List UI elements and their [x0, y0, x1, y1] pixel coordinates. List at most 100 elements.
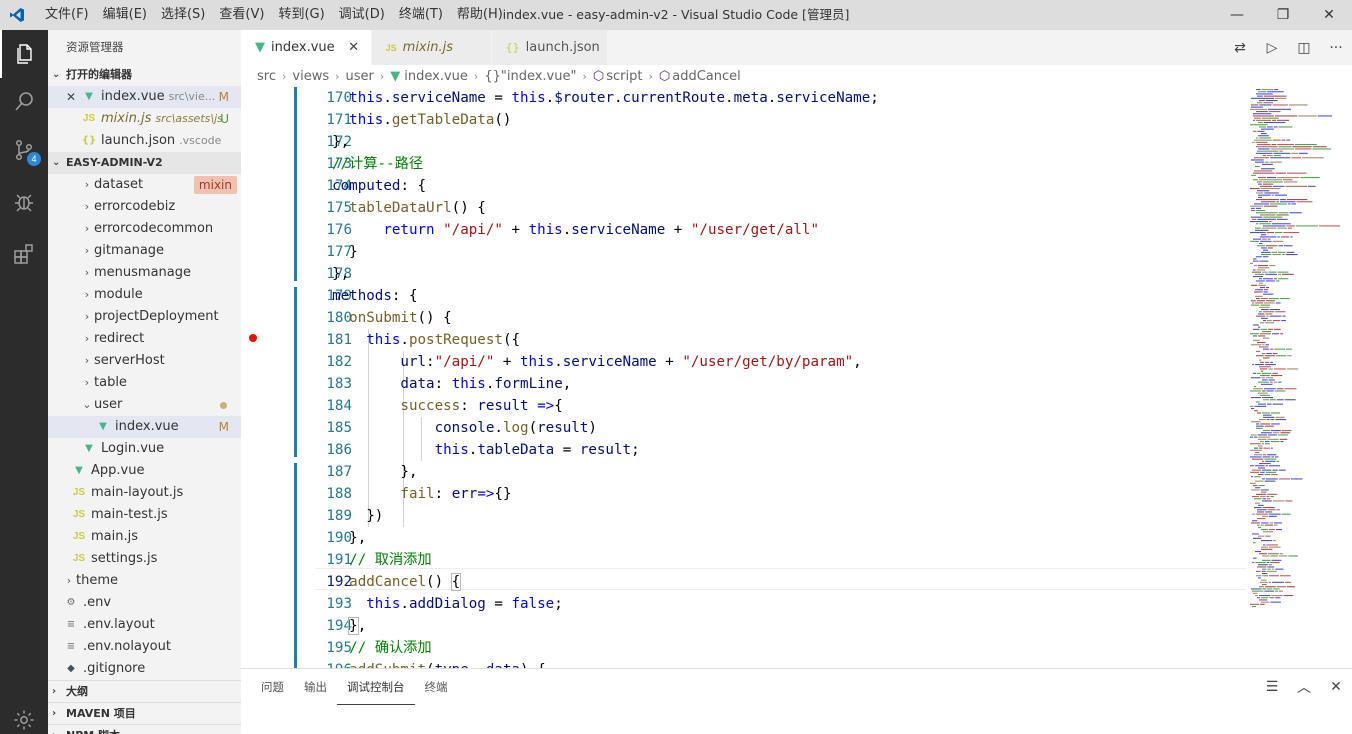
json-file-icon: {}	[81, 135, 97, 146]
tab-index-vue[interactable]: ▼ index.vue ✕	[241, 30, 372, 65]
minimize-button[interactable]: —	[1214, 0, 1260, 30]
code-editor[interactable]: 170 171 172 173 174 175 176 177 178 179 180 181 182 1…	[241, 87, 1246, 668]
tree-item[interactable]: › gitmanage	[48, 240, 241, 262]
vue-file-icon: ▼	[390, 68, 401, 84]
explorer-sidebar: 资源管理器 ⌄ 打开的编辑器 ✕ ▼ index.vue src\vie... …	[48, 30, 241, 734]
tree-item[interactable]: › theme	[48, 570, 241, 592]
search-icon[interactable]	[0, 78, 48, 126]
chevron-down-icon: ⌄	[52, 157, 61, 168]
menu-debug[interactable]: 调试(D)	[332, 0, 392, 30]
tree-item[interactable]: › errorcodecommon	[48, 218, 241, 240]
tree-item[interactable]: ◆ .gitignore	[48, 658, 241, 680]
code-line: addCancel() {	[349, 573, 462, 591]
tree-item[interactable]: JS main.js	[48, 526, 241, 548]
settings-gear-icon[interactable]	[0, 696, 48, 734]
breadcrumb-item[interactable]: index.vue	[404, 69, 468, 84]
code-line: methods: {	[332, 288, 418, 304]
maven-header[interactable]: › MAVEN 项目	[48, 702, 241, 724]
close-window-button[interactable]: ✕	[1306, 0, 1352, 30]
tree-item[interactable]: › menusmanage	[48, 262, 241, 284]
modified-dot-icon	[220, 402, 227, 409]
tree-item[interactable]: › serverHost	[48, 350, 241, 372]
project-header[interactable]: ⌄ EASY-ADMIN-V2	[48, 152, 241, 174]
menu-view[interactable]: 查看(V)	[212, 0, 271, 30]
menu-selection[interactable]: 选择(S)	[154, 0, 212, 30]
breadcrumb-item[interactable]: src	[257, 69, 276, 84]
restore-button[interactable]: ❐	[1260, 0, 1306, 30]
open-editor-item[interactable]: ✕ ▼ index.vue src\vie... M	[48, 86, 241, 108]
code-line: // 取消添加	[349, 552, 432, 568]
tab-terminal[interactable]: 终端	[415, 670, 458, 704]
breadcrumb-item[interactable]: views	[292, 69, 329, 84]
tree-item[interactable]: ▼ index.vue M	[48, 416, 241, 438]
code-line: },	[348, 617, 367, 635]
tree-item[interactable]: JS settings.js	[48, 548, 241, 570]
tab-problems[interactable]: 问题	[251, 670, 294, 704]
code-line: url:"/api/" + this.serviceName + "/user/…	[400, 354, 862, 370]
tab-mixin-js[interactable]: JS mixin.js	[371, 30, 492, 65]
split-editor-icon[interactable]: ◫	[1288, 40, 1320, 56]
tab-output[interactable]: 输出	[294, 670, 337, 704]
debug-icon[interactable]	[0, 178, 48, 226]
hover-tag: mixin	[193, 176, 237, 194]
code-line: onSubmit() {	[349, 310, 452, 326]
tree-item[interactable]: ≡ .env.layout	[48, 614, 241, 636]
breadcrumb-item[interactable]: {}"index.vue"	[484, 69, 576, 84]
tree-item-label: table	[94, 375, 127, 390]
tree-item[interactable]: JS main-layout.js	[48, 482, 241, 504]
breadcrumb-item[interactable]: user	[346, 69, 374, 84]
tree-item[interactable]: › dataset mixin	[48, 174, 241, 196]
tree-item[interactable]: › errorcodebiz	[48, 196, 241, 218]
source-control-icon[interactable]: 4	[0, 126, 48, 174]
maximize-panel-icon[interactable]: ︿	[1288, 677, 1320, 697]
clear-console-icon[interactable]: ☰	[1256, 679, 1288, 695]
extensions-icon[interactable]	[0, 230, 48, 278]
npm-scripts-label: NPM 脚本	[66, 725, 120, 734]
modified-status: M	[218, 420, 229, 434]
tree-item[interactable]: ▼ App.vue	[48, 460, 241, 482]
vue-file-icon: ▼	[85, 443, 93, 454]
menu-edit[interactable]: 编辑(E)	[96, 0, 154, 30]
code-line: addSubmit(type, data) {	[315, 659, 545, 668]
tree-item[interactable]: ≡ .env.nolayout	[48, 636, 241, 658]
menu-go[interactable]: 转到(G)	[271, 0, 331, 30]
explorer-icon[interactable]	[0, 30, 48, 78]
open-changes-icon[interactable]: ⇄	[1224, 40, 1256, 56]
more-actions-icon[interactable]: ···	[1320, 40, 1352, 56]
tab-debug-console[interactable]: 调试控制台	[337, 670, 415, 705]
chevron-right-icon: ›	[648, 69, 653, 83]
tree-item-label: .env.layout	[83, 617, 155, 632]
open-editor-item[interactable]: {} launch.json .vscode	[48, 130, 241, 152]
tree-item[interactable]: ⌄ user	[48, 394, 241, 416]
npm-scripts-header[interactable]: › NPM 脚本	[48, 724, 241, 734]
menu-terminal[interactable]: 终端(T)	[392, 0, 450, 30]
text-file-icon: ≡	[66, 619, 76, 630]
tree-item[interactable]: › module	[48, 284, 241, 306]
tree-item[interactable]: › table	[48, 372, 241, 394]
tree-item-label: index.vue	[115, 419, 179, 434]
code-line: this.tableData = result;	[434, 442, 640, 458]
breadcrumb-item[interactable]: script	[606, 69, 642, 84]
tree-item-label: serverHost	[94, 353, 165, 368]
menu-help[interactable]: 帮助(H)	[450, 0, 510, 30]
minimap[interactable]	[1246, 87, 1352, 668]
open-editor-item[interactable]: JS mixin.js src\assets\js U	[48, 108, 241, 130]
close-panel-icon[interactable]: ✕	[1320, 679, 1352, 695]
open-editors-header[interactable]: ⌄ 打开的编辑器	[48, 64, 241, 86]
tree-item[interactable]: ⚙ .env	[48, 592, 241, 614]
chevron-right-icon: ›	[84, 376, 90, 389]
run-icon[interactable]: ▷	[1256, 40, 1288, 56]
tree-item[interactable]: ▼ Login.vue	[48, 438, 241, 460]
tree-item-label: redirect	[94, 331, 145, 346]
menu-file[interactable]: 文件(F)	[38, 0, 96, 30]
tree-item[interactable]: › projectDeployment	[48, 306, 241, 328]
tab-launch-json[interactable]: {} launch.json	[491, 30, 608, 65]
close-icon[interactable]: ✕	[66, 86, 80, 108]
tree-item[interactable]: JS main-test.js	[48, 504, 241, 526]
tree-item[interactable]: › redirect	[48, 328, 241, 350]
outline-label: 大纲	[66, 684, 88, 698]
breakpoint-icon[interactable]	[249, 334, 257, 342]
close-tab-icon[interactable]: ✕	[347, 40, 361, 55]
outline-header[interactable]: › 大纲	[48, 680, 241, 702]
breadcrumb-item[interactable]: addCancel	[672, 69, 741, 84]
